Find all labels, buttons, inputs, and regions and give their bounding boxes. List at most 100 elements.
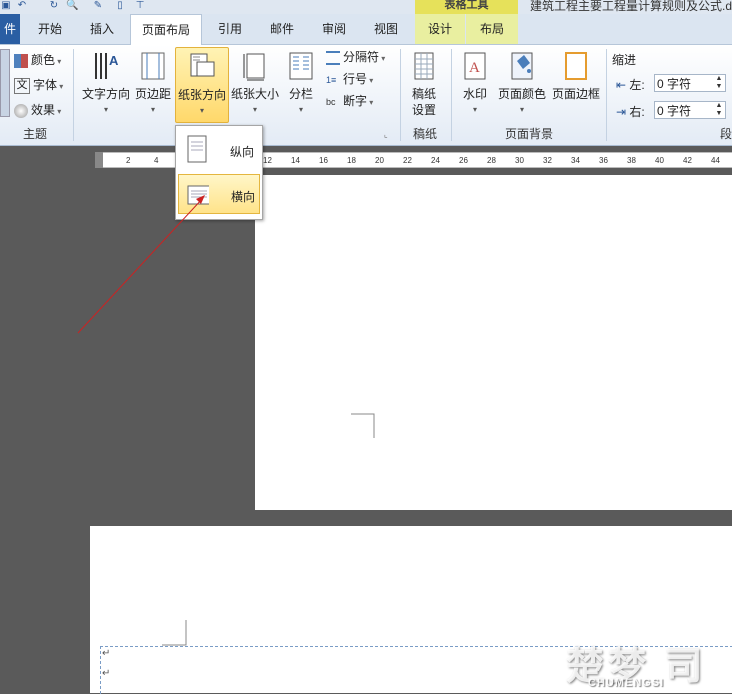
undo-icon[interactable]: ↶ bbox=[16, 0, 28, 12]
indent-right-label: 右: bbox=[629, 105, 645, 119]
draft-group-label: 稿纸 bbox=[412, 127, 437, 141]
tab-home[interactable]: 开始 bbox=[28, 14, 72, 44]
page-borders-icon bbox=[565, 52, 587, 80]
draft-paper-icon bbox=[414, 52, 434, 80]
ruler-tick: 28 bbox=[487, 156, 496, 165]
text-direction-icon: A bbox=[95, 53, 119, 79]
page-setup-dialog-launcher-icon[interactable]: ⌞ bbox=[384, 130, 388, 139]
tab-review[interactable]: 审阅 bbox=[312, 14, 356, 44]
ruler-tick: 2 bbox=[126, 156, 131, 165]
columns-icon bbox=[289, 52, 313, 80]
draft-settings-label-line1: 稿纸 bbox=[411, 87, 436, 101]
indent-left-spinner[interactable]: 0 字符 ▲ ▼ bbox=[654, 74, 726, 92]
color-palette-icon bbox=[14, 53, 28, 68]
ruler-tick: 20 bbox=[375, 156, 384, 165]
orientation-icon bbox=[190, 53, 215, 77]
theme-fonts-button[interactable]: 文字体 ▾ bbox=[14, 75, 63, 95]
theme-fonts-label: 字体 bbox=[33, 78, 58, 92]
watermark-icon: A bbox=[464, 52, 486, 80]
tab-references[interactable]: 引用 bbox=[208, 14, 252, 44]
paragraph-group-label: 段 bbox=[720, 127, 732, 141]
ruler-tick: 30 bbox=[515, 156, 524, 165]
hyphenation-label: 断字 bbox=[343, 94, 368, 108]
group-divider bbox=[606, 49, 607, 141]
breaks-icon bbox=[326, 50, 340, 65]
portrait-label: 纵向 bbox=[230, 145, 255, 159]
margins-label: 页边距 bbox=[134, 87, 171, 101]
theme-colors-label: 颜色 bbox=[31, 53, 56, 67]
document-page[interactable] bbox=[255, 175, 732, 510]
paragraph-mark-icon: ↵ bbox=[102, 668, 111, 679]
page-background-group-label: 页面背景 bbox=[504, 127, 553, 141]
columns-label: 分栏 bbox=[288, 87, 313, 101]
page-borders-label: 页面边框 bbox=[551, 87, 600, 101]
table-tools-context-header: 表格工具 bbox=[415, 0, 518, 14]
indent-title: 缩进 bbox=[612, 53, 637, 67]
font-icon: 文 bbox=[14, 77, 30, 94]
text-direction-label: 文字方向 bbox=[81, 87, 130, 101]
title-bar: ▣ ↶ ↻ 🔍 ✎ ▯ ⊤ 表格工具 建筑工程主要工程量计算规则及公式.d bbox=[0, 0, 732, 14]
indent-left-row: ⇤ 左: bbox=[616, 76, 645, 93]
margins-icon bbox=[141, 52, 165, 80]
tab-design[interactable]: 设计 bbox=[415, 14, 465, 44]
orientation-landscape-option[interactable]: 横向 bbox=[178, 174, 260, 214]
landscape-page-icon bbox=[187, 185, 209, 205]
tab-file[interactable]: 件 bbox=[0, 14, 20, 44]
ruler-tick: 16 bbox=[319, 156, 328, 165]
page-size-button[interactable]: 纸张大小 ▾ bbox=[229, 47, 281, 121]
tab-mailings[interactable]: 邮件 bbox=[260, 14, 304, 44]
line-numbers-label: 行号 bbox=[343, 72, 368, 86]
margins-button[interactable]: 页边距 ▾ bbox=[133, 47, 173, 121]
landscape-label: 横向 bbox=[231, 190, 256, 204]
watermark-logo-subtext: CHUMENGSI bbox=[588, 677, 665, 689]
save-icon[interactable]: ▣ bbox=[0, 0, 12, 12]
ruler-tick: 32 bbox=[543, 156, 552, 165]
ruler-tick: 34 bbox=[571, 156, 580, 165]
ruler-tick: 26 bbox=[459, 156, 468, 165]
ruler-tick: 40 bbox=[655, 156, 664, 165]
breaks-button[interactable]: 分隔符 ▾ bbox=[326, 47, 385, 67]
format-icon[interactable]: ✎ bbox=[92, 0, 104, 12]
spinner-arrows-icon[interactable]: ▲ ▼ bbox=[713, 75, 725, 91]
breaks-label: 分隔符 bbox=[343, 50, 380, 64]
text-direction-button[interactable]: A 文字方向 ▾ bbox=[80, 47, 132, 121]
orientation-label: 纸张方向 bbox=[177, 88, 226, 102]
orientation-dropdown: 纵向 横向 bbox=[175, 125, 263, 220]
paragraph-mark-icon: ↵ bbox=[102, 648, 111, 659]
redo-icon[interactable]: ↻ bbox=[48, 0, 60, 12]
hyphenation-icon: bc bbox=[326, 96, 336, 107]
hyphenation-button[interactable]: bc 断字 ▾ bbox=[326, 91, 373, 111]
ruler-tick: 14 bbox=[291, 156, 300, 165]
page-size-label: 纸张大小 bbox=[230, 87, 279, 101]
tab-insert[interactable]: 插入 bbox=[80, 14, 124, 44]
columns-button[interactable]: 分栏 ▾ bbox=[284, 47, 318, 121]
ruler-tick: 12 bbox=[263, 156, 272, 165]
tab-layout[interactable]: 布局 bbox=[466, 14, 518, 44]
indent-left-value: 0 字符 bbox=[657, 77, 692, 91]
indent-right-spinner[interactable]: 0 字符 ▲ ▼ bbox=[654, 101, 726, 119]
spinner-arrows-icon[interactable]: ▲ ▼ bbox=[713, 102, 725, 118]
themes-button[interactable] bbox=[0, 49, 10, 117]
theme-effects-button[interactable]: 效果 ▾ bbox=[14, 100, 61, 120]
orientation-portrait-option[interactable]: 纵向 bbox=[178, 130, 258, 168]
ruler-tick: 36 bbox=[599, 156, 608, 165]
tab-page-layout[interactable]: 页面布局 bbox=[130, 14, 202, 45]
new-doc-icon[interactable]: ▯ bbox=[114, 0, 126, 12]
print-preview-icon[interactable]: 🔍 bbox=[66, 0, 78, 12]
portrait-page-icon bbox=[187, 135, 207, 163]
ruler-indent-marker[interactable] bbox=[95, 152, 103, 168]
ruler-tick: 22 bbox=[403, 156, 412, 165]
line-numbers-button[interactable]: 1≡ 行号 ▾ bbox=[326, 69, 373, 89]
tab-view[interactable]: 视图 bbox=[364, 14, 408, 44]
watermark-button[interactable]: A 水印 ▾ bbox=[456, 47, 494, 121]
document-title: 建筑工程主要工程量计算规则及公式.d bbox=[530, 0, 732, 13]
ruler-tick: 38 bbox=[627, 156, 636, 165]
theme-effects-label: 效果 bbox=[31, 103, 56, 117]
page-borders-button[interactable]: 页面边框 bbox=[550, 47, 602, 121]
customize-toolbar-icon[interactable]: ⊤ bbox=[134, 0, 146, 12]
draft-settings-button[interactable]: 稿纸 设置 bbox=[404, 47, 444, 121]
orientation-button[interactable]: 纸张方向 ▾ bbox=[175, 47, 229, 123]
theme-colors-button[interactable]: 颜色 ▾ bbox=[14, 50, 61, 70]
page-color-button[interactable]: 页面颜色 ▾ bbox=[496, 47, 548, 121]
svg-text:A: A bbox=[109, 53, 119, 68]
